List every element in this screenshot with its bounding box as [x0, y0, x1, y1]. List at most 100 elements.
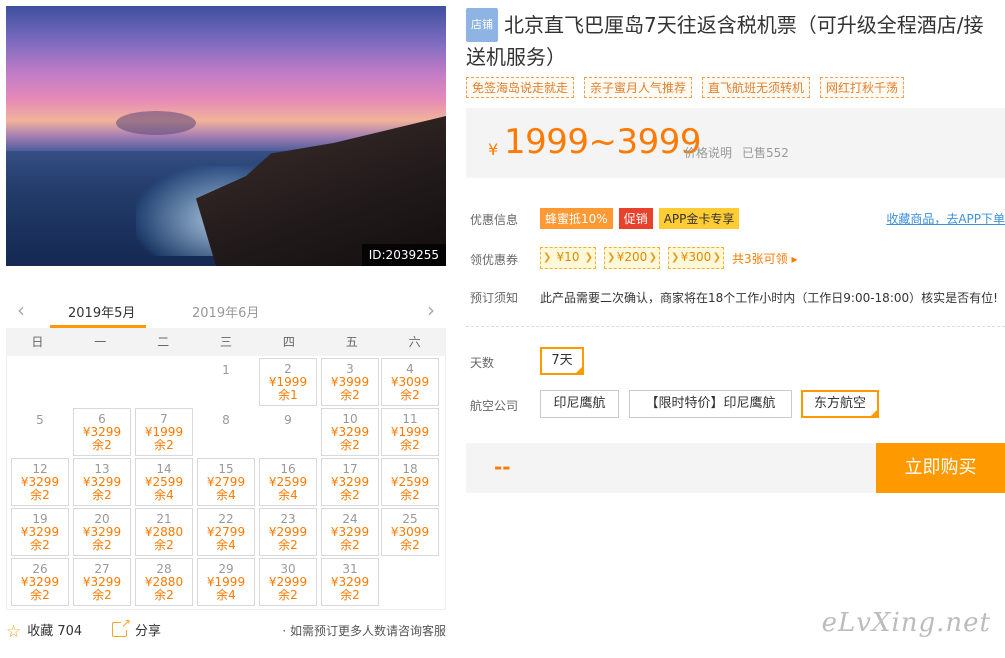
calendar-day-remaining: 余2	[30, 588, 50, 602]
calendar-day[interactable]: 30 ¥2999 余2	[259, 558, 317, 606]
calendar-day[interactable]: 23 ¥2999 余2	[259, 508, 317, 556]
feature-tags: 免签海岛说走就走 亲子蜜月人气推荐 直飞航班无须转机 网红打秋千荡	[466, 77, 905, 98]
calendar-day-remaining: 余4	[216, 588, 236, 602]
calendar-day[interactable]: 19 ¥3299 余2	[11, 508, 69, 556]
consult-note: · 如需预订更多人数请咨询客服	[282, 624, 446, 638]
calendar-day-remaining: 余2	[92, 488, 112, 502]
price-explain-link[interactable]: 价格说明	[684, 144, 732, 161]
photo-id-label: ID:2039255	[361, 244, 446, 266]
calendar-day-remaining: 余2	[278, 538, 298, 552]
calendar-day[interactable]: 26 ¥3299 余2	[11, 558, 69, 606]
days-label: 天数	[470, 356, 495, 370]
calendar-day[interactable]: 31 ¥3299 余2	[321, 558, 379, 606]
days-option-7[interactable]: 7天	[540, 347, 584, 375]
calendar-day[interactable]: 20 ¥3299 余2	[73, 508, 131, 556]
promo-badge: APP金卡专享	[658, 208, 740, 229]
cloud-shape	[116, 111, 196, 135]
airline-option-garuda[interactable]: 印尼鹰航	[540, 390, 619, 418]
airline-option-garuda-special[interactable]: 【限时特价】印尼鹰航	[629, 390, 792, 418]
share-label: 分享	[135, 624, 162, 639]
feature-tag: 免签海岛说走就走	[466, 77, 575, 98]
tab-month-june[interactable]: 2019年6月	[192, 302, 259, 321]
calendar-day-remaining: 余2	[340, 588, 360, 602]
share-button[interactable]: 分享	[112, 616, 162, 639]
product-photo: ID:2039255	[6, 6, 446, 266]
calendar-day: 1	[197, 358, 255, 406]
chevron-left-icon[interactable]: ‹	[14, 300, 28, 320]
store-badge[interactable]: 店铺	[466, 8, 498, 42]
calendar-day[interactable]: 15 ¥2799 余4	[197, 458, 255, 506]
calendar-day-remaining: 余4	[216, 538, 236, 552]
price-range: 1999~3999	[504, 122, 702, 162]
calendar-day[interactable]: 11 ¥1999 余2	[381, 408, 439, 456]
calendar-day-number: 5	[36, 413, 44, 427]
weekday-label: 三	[220, 335, 233, 349]
coupon-list: ¥10 ¥200 ¥300 共3张可领 ▸	[540, 247, 797, 269]
calendar-day[interactable]: 17 ¥3299 余2	[321, 458, 379, 506]
calendar-day-remaining: 余2	[400, 488, 420, 502]
share-icon	[112, 616, 131, 637]
favorite-app-link[interactable]: 收藏商品，去APP下单	[886, 210, 1005, 227]
weekday-label: 一	[94, 335, 107, 349]
calendar-day-remaining: 余2	[340, 388, 360, 402]
calendar-day[interactable]: 12 ¥3299 余2	[11, 458, 69, 506]
calendar-day[interactable]: 14 ¥2599 余4	[135, 458, 193, 506]
divider	[466, 326, 1005, 327]
calendar-day[interactable]: 3 ¥3999 余2	[321, 358, 379, 406]
calendar-day[interactable]: 6 ¥3299 余2	[73, 408, 131, 456]
calendar-day[interactable]: 16 ¥2599 余4	[259, 458, 317, 506]
calendar-day[interactable]: 22 ¥2799 余4	[197, 508, 255, 556]
calendar-day-remaining: 余2	[278, 588, 298, 602]
calendar-day-remaining: 余2	[92, 588, 112, 602]
coupon-button[interactable]: ¥10	[540, 247, 596, 269]
calendar-day[interactable]: 13 ¥3299 余2	[73, 458, 131, 506]
calendar-day[interactable]: 24 ¥3299 余2	[321, 508, 379, 556]
weekday-label: 四	[282, 335, 295, 349]
calendar-day-number: 8	[222, 413, 230, 427]
tab-month-may[interactable]: 2019年5月	[68, 302, 135, 321]
notice-label: 预订须知	[470, 291, 519, 305]
calendar-day[interactable]: 28 ¥2880 余2	[135, 558, 193, 606]
calendar-weekday-header: 日 一 二 三 四 五 六	[6, 328, 446, 356]
calendar-day-remaining: 余4	[216, 488, 236, 502]
calendar-day-remaining: 余2	[92, 538, 112, 552]
price-panel: ¥ 1999~3999 价格说明 已售552	[466, 108, 1005, 178]
calendar-day-remaining: 余2	[92, 438, 112, 452]
calendar-grid: 1 2 ¥1999 余1 3 ¥3999 余2 4 ¥3099 余2 5 6 ¥3299 余2 7 ¥1999…	[6, 356, 446, 610]
coupon-button[interactable]: ¥300	[668, 247, 724, 269]
chevron-right-icon[interactable]: ›	[424, 300, 438, 320]
calendar-day[interactable]: 25 ¥3099 余2	[381, 508, 439, 556]
calendar-day-remaining: 余2	[400, 388, 420, 402]
promo-badges: 蜂蜜抵10% 促销 APP金卡专享	[540, 208, 745, 229]
calendar-day-remaining: 余2	[154, 538, 174, 552]
favorite-label: 收藏 704	[27, 624, 83, 639]
star-icon: ☆	[6, 622, 22, 642]
coupon-more-link[interactable]: 共3张可领 ▸	[732, 250, 797, 267]
calendar-day[interactable]: 18 ¥2599 余2	[381, 458, 439, 506]
airline-label: 航空公司	[470, 399, 519, 413]
airline-option-china-eastern[interactable]: 东方航空	[801, 390, 879, 418]
calendar-day-remaining: 余2	[154, 438, 174, 452]
calendar-day[interactable]: 4 ¥3099 余2	[381, 358, 439, 406]
favorite-button[interactable]: ☆ 收藏 704	[6, 620, 82, 642]
calendar-day[interactable]: 27 ¥3299 余2	[73, 558, 131, 606]
calendar-day[interactable]: 2 ¥1999 余1	[259, 358, 317, 406]
calendar-day: 9	[259, 408, 317, 456]
page-title: 店铺 北京直飞巴厘岛7天往返含税机票（可升级全程酒店/接送机服务）	[466, 8, 1002, 72]
calendar-day[interactable]: 29 ¥1999 余4	[197, 558, 255, 606]
calendar-day[interactable]: 7 ¥1999 余2	[135, 408, 193, 456]
weekday-label: 五	[345, 335, 358, 349]
currency-symbol: ¥	[488, 140, 499, 159]
product-title: 北京直飞巴厘岛7天往返含税机票（可升级全程酒店/接送机服务）	[466, 13, 984, 69]
coupon-label: 领优惠券	[470, 253, 519, 267]
weekday-label: 六	[408, 335, 421, 349]
coupon-button[interactable]: ¥200	[604, 247, 660, 269]
calendar-day: 5	[11, 408, 69, 456]
calendar-day-remaining: 余2	[340, 488, 360, 502]
product-title-block: 店铺 北京直飞巴厘岛7天往返含税机票（可升级全程酒店/接送机服务）	[466, 8, 1002, 72]
calendar-day[interactable]: 21 ¥2880 余2	[135, 508, 193, 556]
calendar-day: 8	[197, 408, 255, 456]
buy-now-button[interactable]: 立即购买	[876, 443, 1005, 493]
calendar-day-number: 1	[222, 363, 230, 377]
calendar-day[interactable]: 10 ¥3299 余2	[321, 408, 379, 456]
